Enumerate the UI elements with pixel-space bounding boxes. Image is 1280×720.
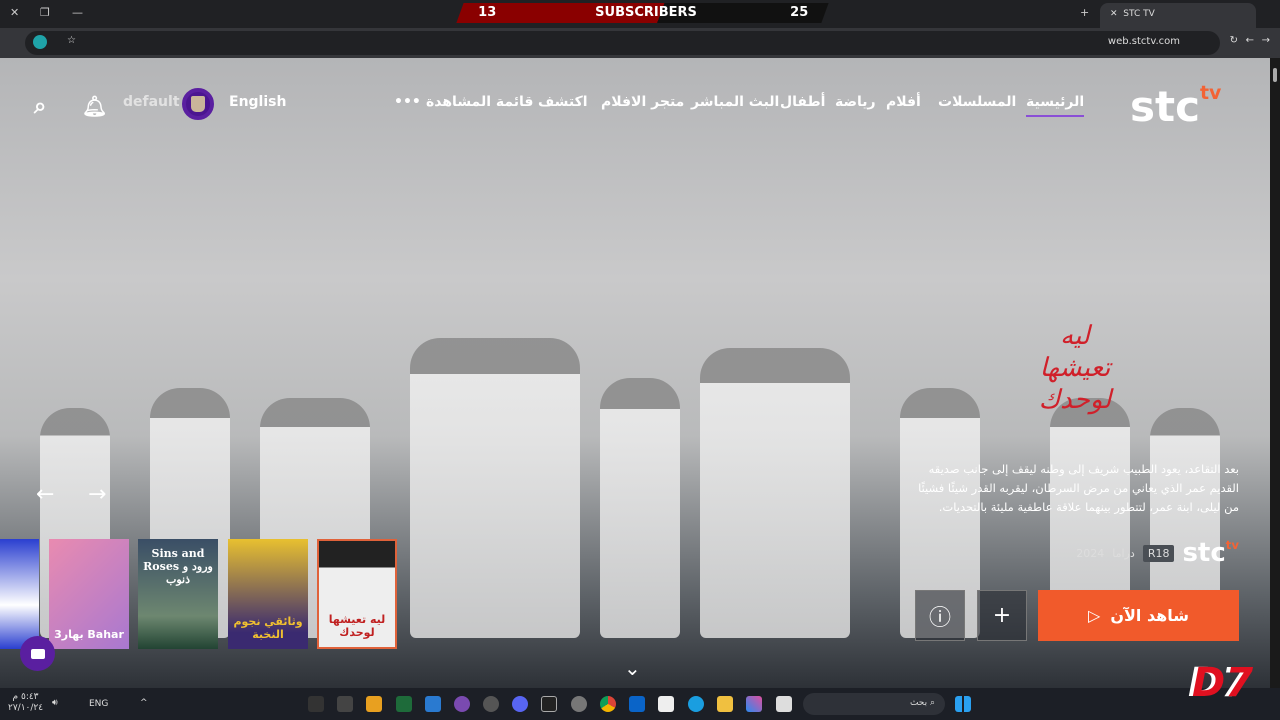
chat-icon: [30, 648, 45, 659]
hero-title-art: ليه تعيشها لوحدك: [1038, 321, 1112, 415]
add-to-list-button[interactable]: +: [977, 590, 1027, 641]
reload-icon[interactable]: ↻: [1230, 35, 1238, 46]
nav-movies[interactable]: أفلام: [886, 94, 921, 110]
thumbnail[interactable]: [0, 539, 39, 649]
chrome-icon[interactable]: [600, 696, 616, 712]
new-tab-button[interactable]: +: [1080, 6, 1089, 19]
next-arrow-icon[interactable]: →: [88, 482, 106, 507]
clock[interactable]: ٥:٤٣ م ٢٧/١٠/٢٤: [8, 692, 43, 714]
nav-series[interactable]: المسلسلات: [938, 94, 1016, 110]
top-nav: ⌕ 🔔︎ default English ••• قائمة المشاهدة …: [0, 82, 1270, 131]
chat-button[interactable]: [20, 636, 55, 671]
minimize-icon[interactable]: —: [72, 6, 83, 19]
rating-badge: R18: [1142, 544, 1175, 562]
stctv-logo[interactable]: stctv: [1130, 82, 1221, 131]
tray-chevron-icon[interactable]: ^: [140, 698, 148, 708]
language-switch[interactable]: English: [229, 94, 286, 110]
nav-home[interactable]: الرئيسية: [1026, 94, 1085, 117]
subscriber-overlay: 13 SUBSCRIBERS 25: [456, 3, 829, 23]
nav-movie-store[interactable]: متجر الافلام: [601, 94, 684, 110]
watch-now-button[interactable]: شاهد الآن ▷: [1038, 590, 1239, 641]
volume-icon[interactable]: 🔊︎: [52, 698, 58, 708]
browser-tab-bar: ✕ ❐ — 13 SUBSCRIBERS 25 + ✕ STC TV: [0, 0, 1280, 28]
discord-icon[interactable]: [512, 696, 528, 712]
app-icon[interactable]: [425, 696, 441, 712]
bell-icon[interactable]: 🔔︎: [82, 94, 107, 118]
forward-icon[interactable]: →: [1262, 35, 1270, 46]
thumbnail-active[interactable]: ليه تعيشها لوحدك: [317, 539, 397, 649]
app-icon[interactable]: [776, 696, 792, 712]
app-icon[interactable]: [366, 696, 382, 712]
star-icon[interactable]: ☆: [67, 35, 76, 46]
year: 2024: [1076, 546, 1105, 560]
outlook-icon[interactable]: [629, 696, 645, 712]
plus-icon: +: [992, 603, 1012, 628]
overlay-label: SUBSCRIBERS: [595, 5, 697, 20]
explorer-icon[interactable]: [717, 696, 733, 712]
thumbnail[interactable]: Sins and Roses ورود و ذنوب: [138, 539, 218, 649]
restore-icon[interactable]: ❐: [40, 6, 50, 19]
tab-title: STC TV: [1123, 9, 1155, 19]
info-icon: ⓘ: [928, 605, 951, 631]
address-bar[interactable]: ☆ web.stctv.com: [25, 31, 1220, 55]
taskbar-search[interactable]: بحث ⌕: [803, 693, 945, 715]
extension-icon[interactable]: [33, 35, 47, 49]
avatar[interactable]: [182, 88, 214, 120]
channel-watermark-logo: D7: [1192, 660, 1254, 706]
overlay-left: 13: [478, 5, 497, 20]
store-icon[interactable]: [658, 696, 674, 712]
copilot-icon[interactable]: [746, 696, 762, 712]
app-icon[interactable]: [337, 696, 353, 712]
more-menu[interactable]: •••: [394, 94, 421, 110]
info-button[interactable]: ⓘ: [915, 590, 965, 641]
search-icon[interactable]: ⌕: [34, 94, 46, 119]
tab-close-icon[interactable]: ✕: [1110, 9, 1118, 19]
nav-discover[interactable]: اكتشف: [538, 94, 588, 110]
close-window-icon[interactable]: ✕: [10, 6, 19, 19]
url-text: web.stctv.com: [1107, 36, 1180, 47]
app-icon[interactable]: [541, 696, 557, 712]
scroll-down-chevron-icon[interactable]: ⌄: [624, 656, 641, 680]
excel-icon[interactable]: [396, 696, 412, 712]
app-icon[interactable]: [571, 696, 587, 712]
language-indicator[interactable]: ENG: [89, 699, 108, 709]
taskbar: ٥:٤٣ م ٢٧/١٠/٢٤ 🔊︎ ENG ^ بحث ⌕: [0, 688, 1280, 720]
app-icon[interactable]: [483, 696, 499, 712]
hero-meta: stctv R18 دراما 2024: [1076, 538, 1239, 568]
browser-tab[interactable]: ✕ STC TV: [1100, 3, 1256, 28]
genre: دراما: [1112, 546, 1135, 560]
watch-now-label: شاهد الآن: [1110, 606, 1190, 625]
prev-arrow-icon[interactable]: ←: [36, 482, 54, 507]
overlay-right: 25: [790, 5, 809, 20]
profile-name[interactable]: default: [123, 94, 180, 110]
terminal-icon[interactable]: [308, 696, 324, 712]
scrollbar[interactable]: [1270, 58, 1280, 688]
nav-live[interactable]: البث المباشر: [691, 94, 779, 110]
edge-icon[interactable]: [688, 696, 704, 712]
thumbnail[interactable]: بهار3 Bahar: [49, 539, 129, 649]
address-bar-row: ☆ web.stctv.com ↻ ← →: [0, 28, 1280, 58]
nav-watchlist[interactable]: قائمة المشاهدة: [426, 94, 533, 110]
stctv-badge-logo: stctv: [1182, 538, 1239, 568]
hero-description: بعد التقاعد، يعود الطبيب شريف إلى وطنه ل…: [918, 462, 1239, 514]
play-icon: ▷: [1088, 606, 1101, 625]
back-icon[interactable]: ←: [1246, 35, 1254, 46]
stctv-page: ليه تعيشها لوحدك ⌕ 🔔︎ default English ••…: [0, 58, 1270, 688]
nav-sports[interactable]: رياضة: [835, 94, 876, 110]
thumbnail[interactable]: وثائقي نجوم النخبة: [228, 539, 308, 649]
app-icon[interactable]: [454, 696, 470, 712]
nav-kids[interactable]: أطفال: [780, 94, 825, 110]
windows-start-icon[interactable]: [955, 696, 971, 712]
